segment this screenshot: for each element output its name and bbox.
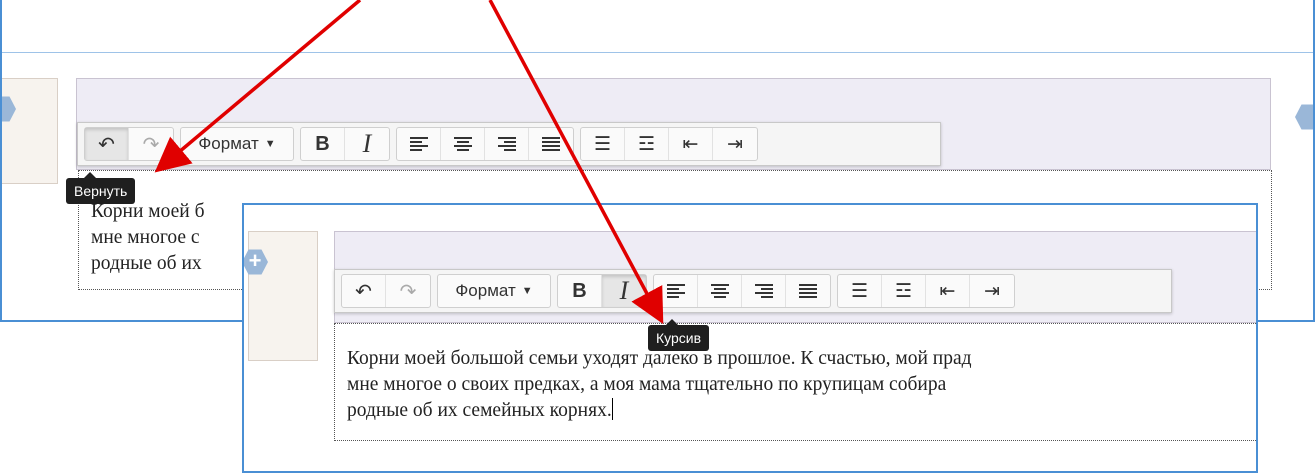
arrow-to-undo [154,0,362,173]
annotation-arrows [154,0,664,325]
arrow-to-italic [488,0,664,325]
